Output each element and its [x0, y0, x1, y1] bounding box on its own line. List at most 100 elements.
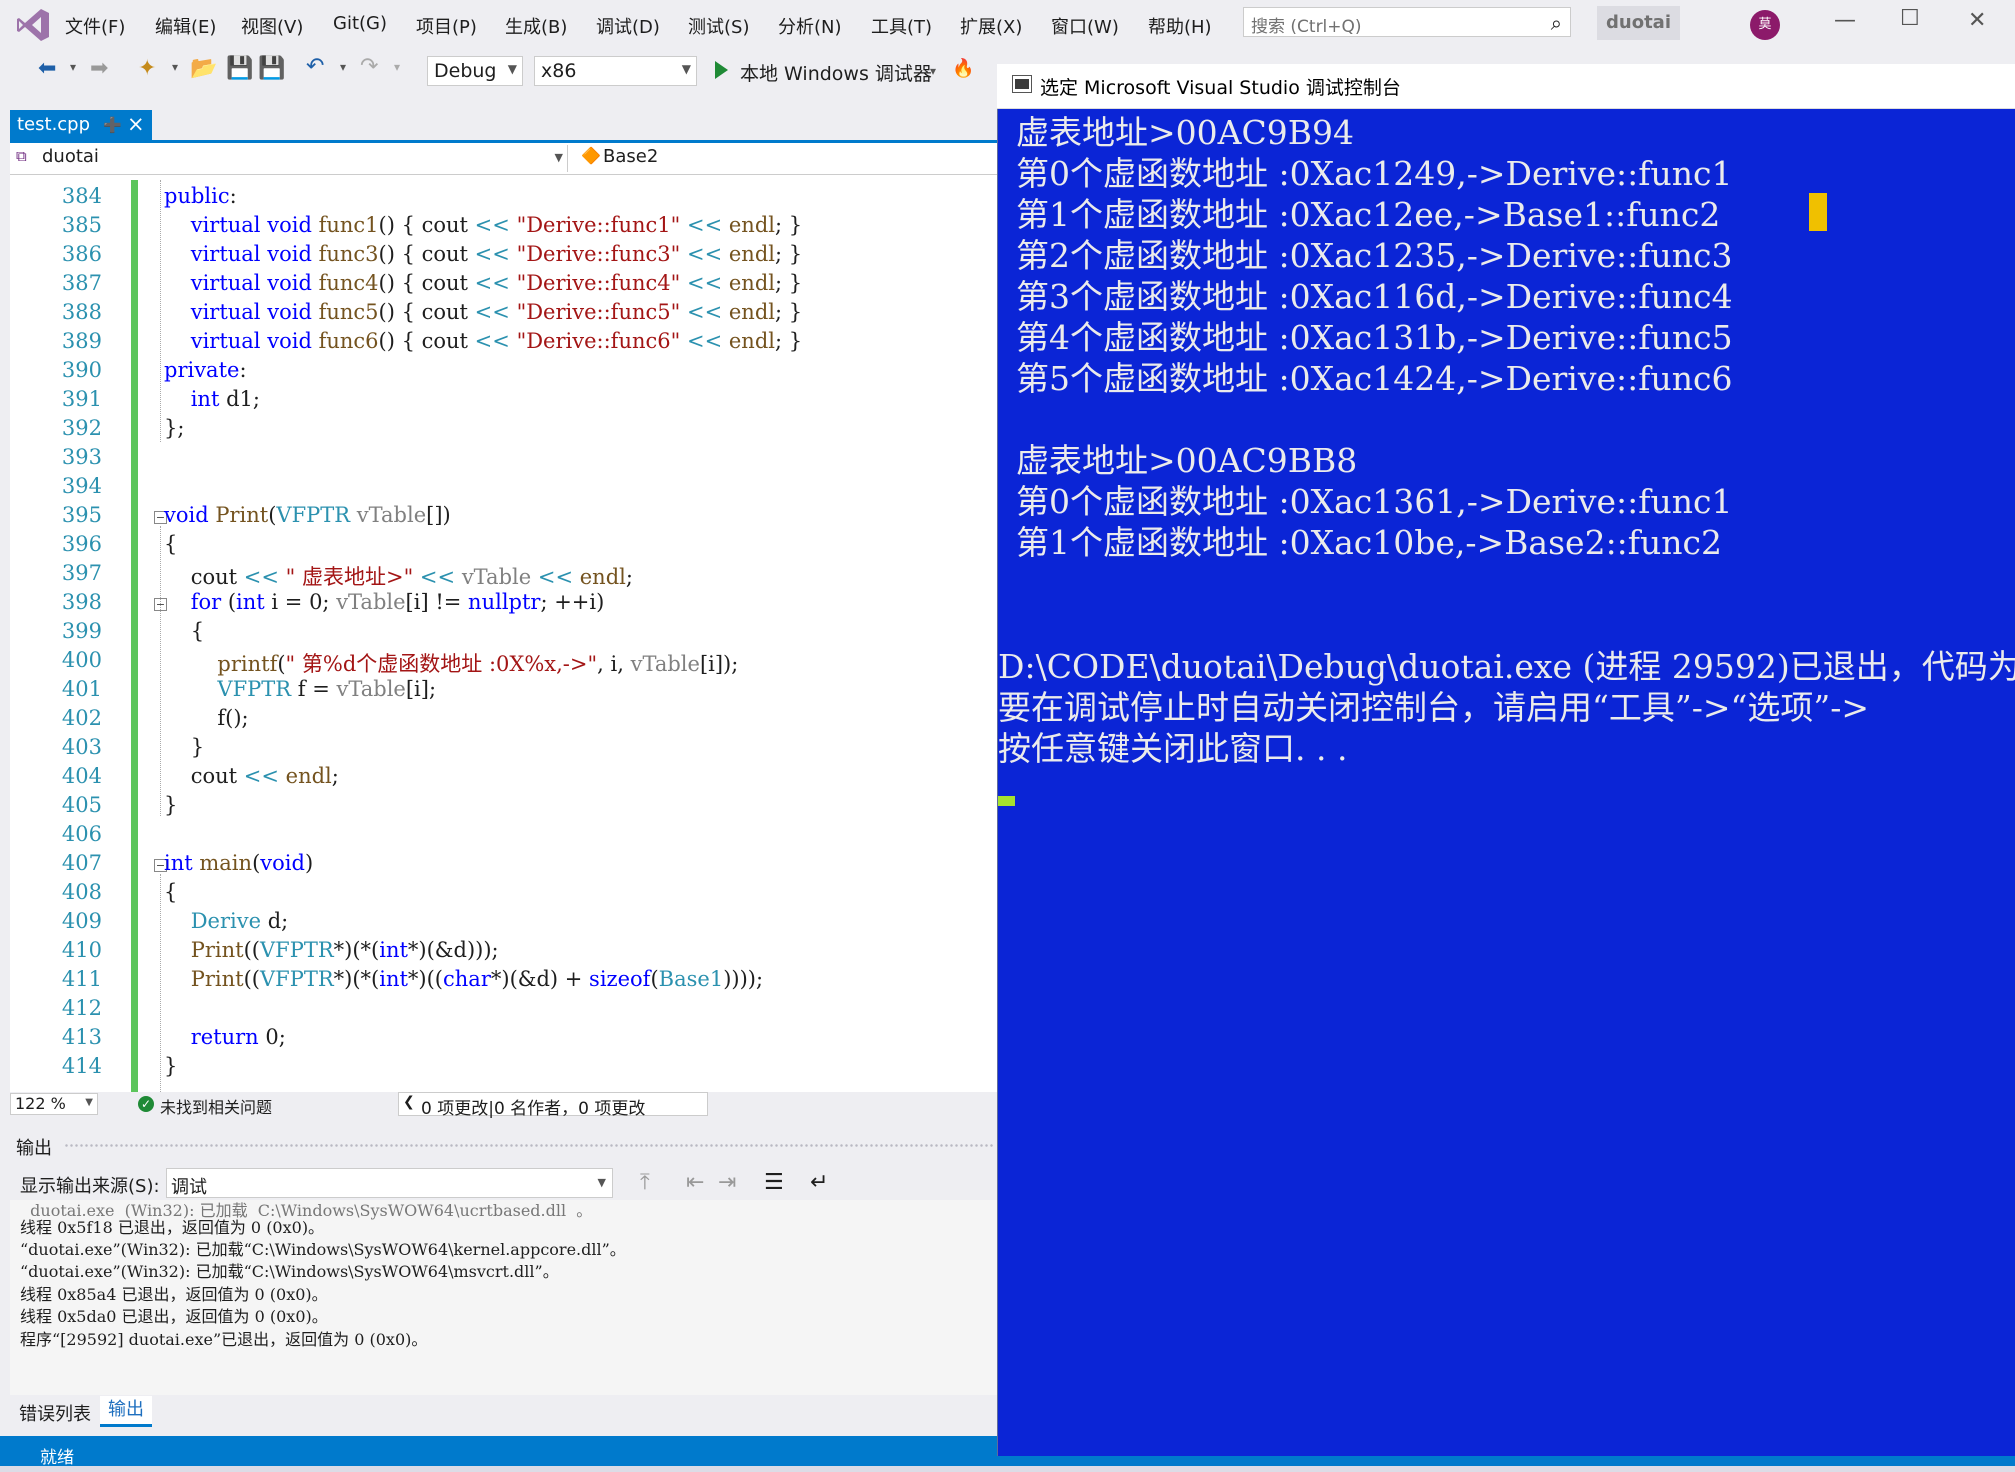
- back-dropdown-icon[interactable]: ▾: [70, 60, 76, 74]
- console-line: 按任意键关闭此窗口. . .: [998, 729, 1348, 768]
- start-debugger-dropdown-icon[interactable]: ▾: [930, 64, 936, 78]
- save-all-icon[interactable]: 💾: [258, 56, 285, 81]
- new-item-dropdown-icon[interactable]: ▾: [172, 60, 178, 74]
- code-line: VFPTR f = vTable[i];: [217, 677, 437, 701]
- undo-dropdown-icon[interactable]: ▾: [340, 60, 346, 74]
- platform-value: x86: [541, 60, 577, 82]
- solution-name[interactable]: duotai: [1597, 6, 1680, 40]
- platform-select[interactable]: x86 ▼: [534, 56, 697, 86]
- panel-grip[interactable]: [64, 1143, 994, 1149]
- console-caret: [998, 796, 1015, 806]
- line-number: 399: [61, 619, 102, 643]
- menu-debug[interactable]: 调试(D): [596, 13, 660, 39]
- redo-dropdown-icon[interactable]: ▾: [394, 60, 400, 74]
- menu-analyze[interactable]: 分析(N): [778, 13, 842, 39]
- close-icon[interactable]: ✕: [1968, 8, 1986, 33]
- menu-test[interactable]: 测试(S): [688, 13, 749, 39]
- line-number: 404: [61, 764, 102, 788]
- chevron-down-icon: ▼: [554, 151, 563, 164]
- issues-status[interactable]: 未找到相关问题: [160, 1094, 272, 1118]
- zoom-value: 122 %: [15, 1094, 66, 1113]
- line-number: 392: [61, 416, 102, 440]
- menu-extensions[interactable]: 扩展(X): [960, 13, 1022, 39]
- minimize-icon[interactable]: —: [1834, 8, 1856, 33]
- play-icon[interactable]: [715, 61, 728, 79]
- line-number: 407: [61, 851, 102, 875]
- start-debugger-button[interactable]: 本地 Windows 调试器: [740, 59, 932, 86]
- forward-icon[interactable]: ➡: [90, 56, 108, 81]
- visual-studio-logo-icon[interactable]: [14, 6, 52, 44]
- line-number: 394: [61, 474, 102, 498]
- tab-label: test.cpp: [17, 114, 91, 135]
- outline-guide: [160, 526, 161, 816]
- menu-git[interactable]: Git(G): [333, 13, 387, 34]
- menu-window[interactable]: 窗口(W): [1051, 13, 1119, 39]
- line-number: 405: [61, 793, 102, 817]
- taskbar-strip: [0, 1466, 2015, 1472]
- line-number: 397: [61, 561, 102, 585]
- save-icon[interactable]: 💾: [226, 56, 253, 81]
- next-message-icon[interactable]: ⇥: [718, 1170, 736, 1195]
- undo-icon[interactable]: ↶: [306, 54, 324, 79]
- menu-edit[interactable]: 编辑(E): [155, 13, 216, 39]
- redo-icon[interactable]: ↷: [360, 54, 378, 79]
- line-number: 412: [61, 996, 102, 1020]
- change-tracking-bar: [131, 180, 138, 1092]
- member-select[interactable]: 🔶 Base2: [575, 145, 995, 172]
- menu-view[interactable]: 视图(V): [241, 13, 303, 39]
- search-box[interactable]: 搜索 (Ctrl+Q) ⌕: [1243, 7, 1571, 37]
- solution-config-select[interactable]: Debug ▼: [427, 56, 523, 86]
- line-number: 413: [61, 1025, 102, 1049]
- tab-test-cpp[interactable]: test.cpp ➕ ×: [10, 110, 152, 140]
- find-message-icon[interactable]: ⤒: [640, 1170, 650, 1195]
- code-line: virtual void func3() { cout << "Derive::…: [190, 242, 803, 266]
- menu-help[interactable]: 帮助(H): [1148, 13, 1212, 39]
- menu-build[interactable]: 生成(B): [505, 13, 567, 39]
- open-folder-icon[interactable]: 📂: [190, 56, 217, 81]
- avatar[interactable]: 莫: [1750, 10, 1780, 40]
- line-number: 408: [61, 880, 102, 904]
- code-line: virtual void func6() { cout << "Derive::…: [190, 329, 803, 353]
- line-number: 387: [61, 271, 102, 295]
- new-item-icon[interactable]: ✦: [138, 56, 156, 81]
- menu-file[interactable]: 文件(F): [65, 13, 125, 39]
- line-number: 403: [61, 735, 102, 759]
- menu-tools[interactable]: 工具(T): [871, 13, 932, 39]
- line-number: 384: [61, 184, 102, 208]
- pin-icon[interactable]: ➕: [103, 116, 122, 134]
- line-number: 411: [61, 967, 102, 991]
- console-line: 第1个虚函数地址 :0Xac10be,->Base2::func2: [1016, 523, 1723, 562]
- scope-value: duotai: [42, 146, 99, 167]
- code-line: {: [164, 619, 205, 643]
- close-tab-icon[interactable]: ×: [127, 112, 145, 136]
- line-number: 385: [61, 213, 102, 237]
- clear-all-icon[interactable]: ☰: [764, 1170, 784, 1195]
- hot-reload-icon[interactable]: 🔥: [952, 58, 974, 79]
- line-number: 393: [61, 445, 102, 469]
- maximize-icon[interactable]: ☐: [1900, 6, 1920, 31]
- line-number: 400: [61, 648, 102, 672]
- search-icon[interactable]: ⌕: [1551, 11, 1562, 35]
- tab-error-list[interactable]: 错误列表: [19, 1400, 91, 1426]
- previous-message-icon[interactable]: ⇤: [686, 1170, 704, 1195]
- line-number: 409: [61, 909, 102, 933]
- scope-select[interactable]: ⧉ duotai ▼: [12, 145, 568, 172]
- chevron-down-icon: ▼: [85, 1097, 93, 1108]
- console-highlight-cursor: [1809, 193, 1827, 231]
- outline-guide: [160, 874, 161, 1092]
- line-number: 410: [61, 938, 102, 962]
- console-icon: [1012, 75, 1032, 93]
- line-number: 391: [61, 387, 102, 411]
- navigation-bar: ⧉ duotai ▼ 🔶 Base2: [10, 143, 997, 175]
- word-wrap-icon[interactable]: ↵: [810, 1170, 828, 1195]
- back-icon[interactable]: ⬅: [38, 56, 56, 81]
- tab-output[interactable]: 输出: [100, 1396, 152, 1427]
- zoom-select[interactable]: 122 % ▼: [10, 1093, 98, 1115]
- git-changes-status[interactable]: ❮ 0 项更改|0 名作者，0 项更改: [398, 1092, 708, 1119]
- code-line: virtual void func1() { cout << "Derive::…: [190, 213, 803, 237]
- output-source-select[interactable]: 调试 ▼: [166, 1168, 613, 1198]
- code-line: }: [164, 1054, 178, 1078]
- menu-project[interactable]: 项目(P): [416, 13, 477, 39]
- output-line: “duotai.exe”(Win32): 已加载“C:\Windows\SysW…: [20, 1262, 559, 1281]
- changes-text: 0 项更改|0 名作者，0 项更改: [421, 1099, 646, 1119]
